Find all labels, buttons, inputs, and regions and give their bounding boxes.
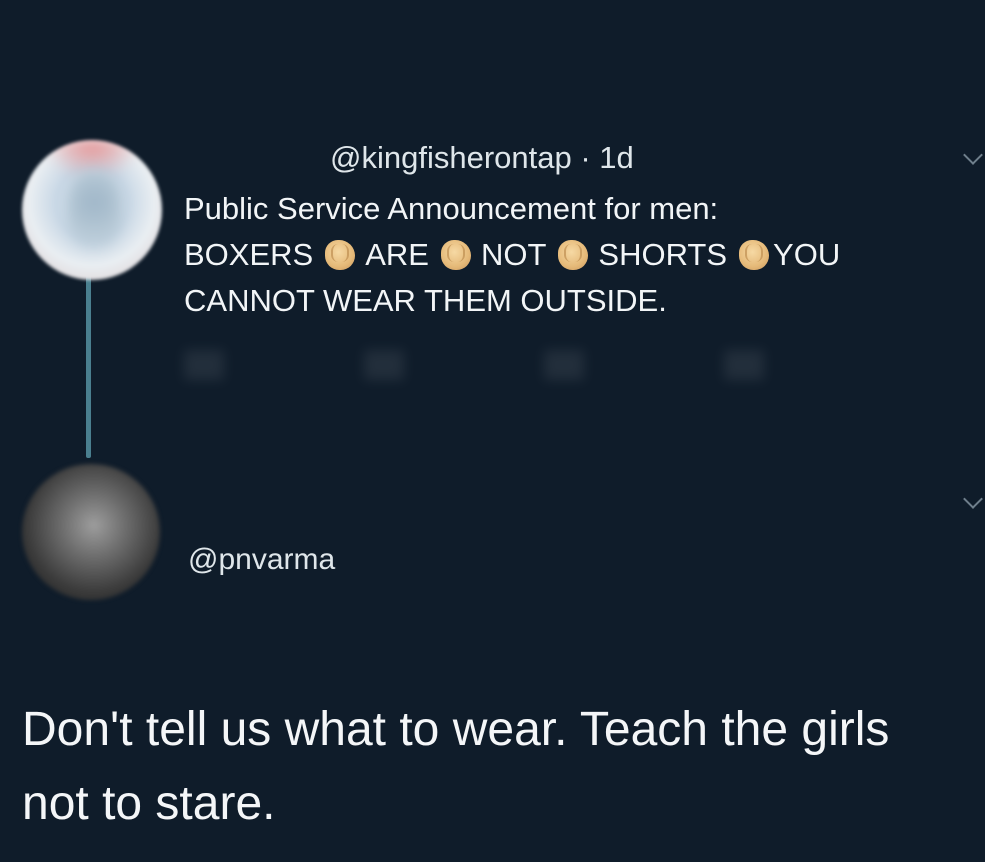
tweet-line-1: Public Service Announcement for men: bbox=[184, 191, 719, 226]
tweet-word: NOT bbox=[480, 237, 547, 272]
avatar-pnvarma[interactable] bbox=[22, 464, 160, 600]
tweet-header: @kingfisherontap · 1d bbox=[330, 140, 634, 176]
tweet-actions-faded bbox=[184, 350, 884, 380]
clapping-hands-icon bbox=[739, 240, 770, 270]
reply-handle[interactable]: @pnvarma bbox=[188, 543, 335, 577]
thread-connector-line bbox=[86, 272, 91, 458]
tweet-time: · 1d bbox=[580, 140, 634, 175]
tweet-word: BOXERS bbox=[184, 237, 314, 272]
clapping-hands-icon bbox=[558, 240, 589, 270]
reply-body: Don't tell us what to wear. Teach the gi… bbox=[22, 703, 890, 830]
chevron-down-icon[interactable] bbox=[963, 489, 983, 509]
tweet-line-3: CANNOT WEAR THEM OUTSIDE. bbox=[184, 283, 667, 318]
tweet-body: Public Service Announcement for men: BOX… bbox=[184, 186, 984, 324]
tweet-handle[interactable]: @kingfisherontap bbox=[330, 140, 572, 175]
tweet-word: SHORTS bbox=[598, 237, 728, 272]
tweet-line-2: BOXERS ARE NOT SHORTS YOU bbox=[184, 232, 984, 278]
chevron-down-icon[interactable] bbox=[963, 145, 983, 165]
clapping-hands-icon bbox=[440, 240, 471, 270]
avatar-kingfisherontap[interactable] bbox=[22, 140, 162, 280]
clapping-hands-icon bbox=[325, 240, 356, 270]
tweet-word: YOU bbox=[773, 237, 841, 272]
tweet-word: ARE bbox=[365, 237, 429, 272]
